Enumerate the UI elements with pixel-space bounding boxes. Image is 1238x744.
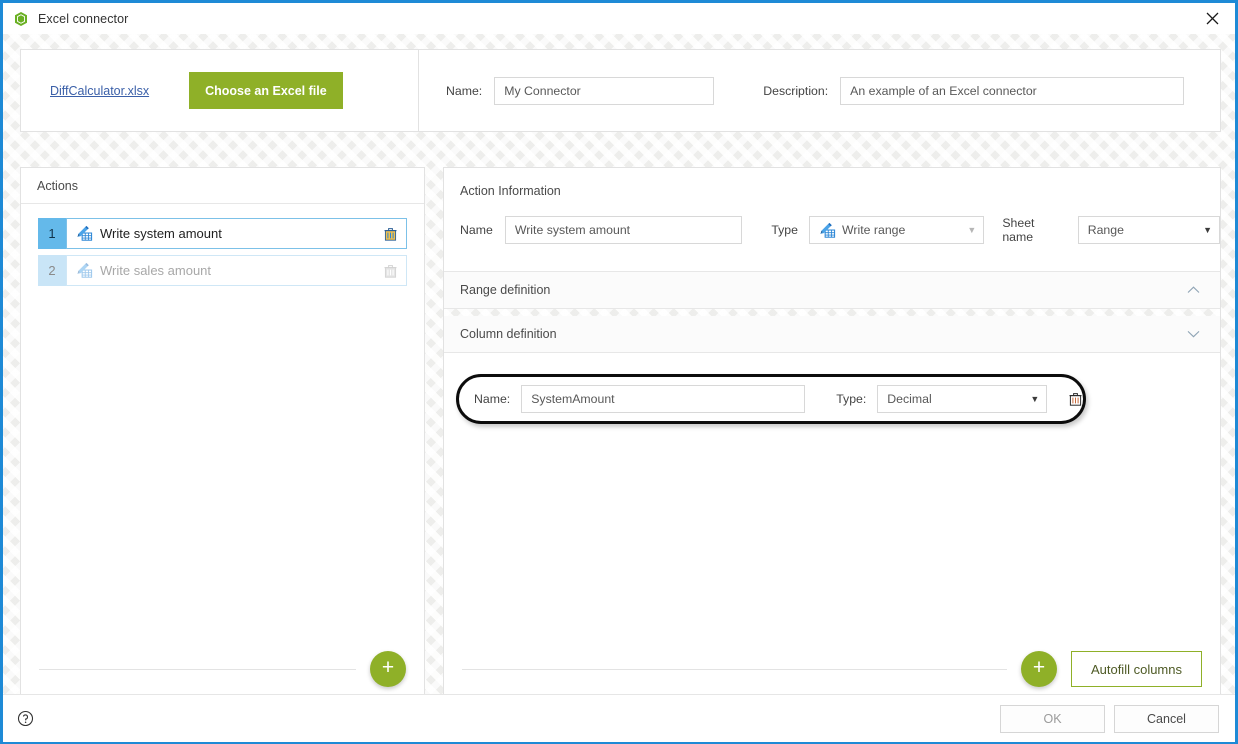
chevron-down-icon xyxy=(1187,331,1200,338)
excel-file-link[interactable]: DiffCalculator.xlsx xyxy=(50,84,149,98)
column-name-label: Name: xyxy=(474,392,511,406)
column-delete-button[interactable] xyxy=(1065,389,1085,409)
dialog-footer: OK Cancel xyxy=(3,694,1235,742)
column-type-label: Type: xyxy=(836,392,867,406)
column-row-highlight-wrapper: Name: Type: Decimal ▼ xyxy=(456,374,1086,424)
close-button[interactable] xyxy=(1190,3,1235,34)
trash-icon xyxy=(384,264,396,278)
trash-icon xyxy=(1069,393,1082,406)
action-row-2-body[interactable]: Write sales amount xyxy=(66,255,407,286)
write-range-icon xyxy=(77,262,93,278)
add-action-button[interactable]: + xyxy=(370,651,406,687)
actions-list: 1 Write system amount 2 Write sales amou… xyxy=(21,204,424,636)
connector-name-label: Name: xyxy=(446,83,483,98)
chevron-down-icon: ▼ xyxy=(1030,394,1040,404)
write-range-icon xyxy=(77,225,93,241)
file-section: DiffCalculator.xlsx Choose an Excel file xyxy=(21,50,419,131)
action-row-2[interactable]: 2 Write sales amount xyxy=(38,255,407,286)
action-type-value: Write range xyxy=(842,223,906,237)
action-type-dropdown[interactable]: Write range ▼ xyxy=(809,216,985,244)
column-type-dropdown[interactable]: Decimal ▼ xyxy=(877,385,1048,413)
connector-topbar: DiffCalculator.xlsx Choose an Excel file… xyxy=(20,49,1221,132)
choose-excel-file-button[interactable]: Choose an Excel file xyxy=(189,72,343,109)
action-row-1-body[interactable]: Write system amount xyxy=(66,218,407,249)
actions-panel: Actions 1 Write system amount 2 Write sa… xyxy=(20,167,425,703)
sheet-name-value: Range xyxy=(1087,223,1124,237)
sheet-name-dropdown[interactable]: Range ▼ xyxy=(1077,216,1220,244)
column-name-input[interactable] xyxy=(521,385,806,413)
add-column-button[interactable]: + xyxy=(1020,651,1057,687)
title-bar: Excel connector xyxy=(3,3,1235,34)
ok-button[interactable]: OK xyxy=(1000,704,1105,733)
column-type-value: Decimal xyxy=(887,392,932,406)
connector-description-input[interactable] xyxy=(840,76,1185,105)
range-definition-title: Range definition xyxy=(460,283,551,297)
column-definition-footer: + Autofill columns xyxy=(444,636,1220,702)
action-information-title: Action Information xyxy=(460,184,561,198)
column-definition-title: Column definition xyxy=(460,327,557,341)
actions-separator xyxy=(39,668,356,670)
actions-panel-header: Actions xyxy=(21,168,424,204)
actions-add-strip: + xyxy=(21,636,424,702)
action-information-row: Name Type Write range ▼ xyxy=(460,216,1220,244)
columns-separator xyxy=(462,668,1007,670)
chevron-down-icon: ▼ xyxy=(1203,225,1212,235)
connector-meta-section: Name: Description: xyxy=(419,50,1220,131)
help-icon[interactable] xyxy=(17,710,34,727)
connector-description-label: Description: xyxy=(763,83,829,98)
dialog-content: DiffCalculator.xlsx Choose an Excel file… xyxy=(3,34,1235,742)
chevron-down-icon: ▼ xyxy=(967,225,977,235)
write-range-icon xyxy=(820,222,836,238)
column-definition-row: Name: Type: Decimal ▼ xyxy=(474,385,1085,413)
action-row-1-number: 1 xyxy=(38,218,66,249)
action-row-2-delete-button[interactable] xyxy=(380,261,400,281)
action-row-1-delete-button[interactable] xyxy=(380,224,400,244)
accordion-gap xyxy=(444,309,1220,316)
action-row-2-label: Write sales amount xyxy=(100,263,212,278)
action-detail-panel: Action Information Name Type Write xyxy=(443,167,1221,703)
close-icon xyxy=(1206,12,1219,25)
action-row-1-label: Write system amount xyxy=(100,226,222,241)
column-definition-accordion[interactable]: Column definition xyxy=(444,316,1220,353)
range-definition-accordion[interactable]: Range definition xyxy=(444,272,1220,309)
action-name-input[interactable] xyxy=(504,216,743,244)
excel-connector-icon xyxy=(15,11,27,26)
trash-icon xyxy=(384,227,396,241)
column-definition-body: Name: Type: Decimal ▼ xyxy=(444,353,1220,702)
action-row-2-number: 2 xyxy=(38,255,66,286)
autofill-columns-button[interactable]: Autofill columns xyxy=(1070,651,1202,687)
action-row-1[interactable]: 1 Write system amount xyxy=(38,218,407,249)
action-type-label: Type xyxy=(771,223,798,237)
window-title: Excel connector xyxy=(38,11,129,26)
action-name-label: Name xyxy=(460,223,493,237)
chevron-up-icon xyxy=(1187,286,1200,293)
cancel-button[interactable]: Cancel xyxy=(1114,704,1219,733)
sheet-name-label: Sheet name xyxy=(1002,216,1035,244)
action-information-section: Action Information Name Type Write xyxy=(444,168,1220,272)
excel-connector-window: Excel connector DiffCalculator.xlsx Choo… xyxy=(0,0,1238,744)
connector-name-input[interactable] xyxy=(494,76,715,105)
